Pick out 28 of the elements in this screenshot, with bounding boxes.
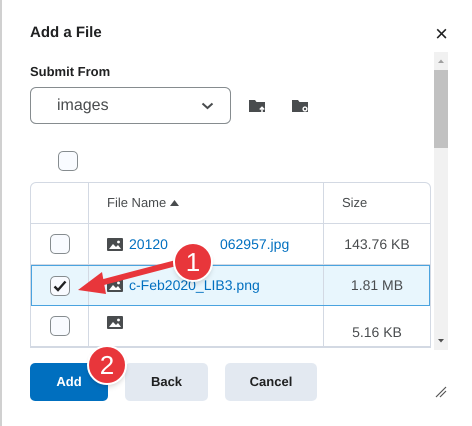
scrollbar[interactable] (434, 52, 448, 350)
table-row[interactable]: 5.16 KB (31, 306, 430, 347)
checkmark-icon (52, 280, 66, 292)
file-link[interactable]: 062957.jpg (220, 234, 290, 254)
chevron-down-icon (201, 102, 214, 110)
dialog-button[interactable]: Cancel (225, 363, 317, 401)
image-icon (107, 316, 123, 329)
step-callout-tooltip: 2 (87, 345, 127, 385)
folder-settings-icon[interactable] (292, 98, 309, 112)
column-header[interactable]: File Name (107, 193, 180, 213)
file-link[interactable]: 20120 (129, 234, 168, 254)
folder-dropdown[interactable]: images (30, 87, 231, 124)
resize-grip-icon[interactable] (435, 386, 447, 398)
checkbox[interactable] (50, 316, 70, 336)
field-label: Submit From (30, 63, 112, 78)
close-button[interactable]: × (435, 23, 448, 45)
size-cell-text: 143.76 KB (344, 234, 410, 254)
checkbox[interactable] (58, 151, 78, 171)
dialog-title: Add a File (30, 23, 102, 43)
image-icon (107, 238, 123, 250)
sort-up-icon (170, 200, 180, 206)
checkbox[interactable] (50, 276, 70, 296)
size-cell-text: 5.16 KB (352, 322, 402, 342)
checkbox[interactable] (50, 234, 70, 254)
column-header[interactable]: Size (342, 193, 368, 213)
size-cell-text: 1.81 MB (350, 276, 404, 295)
dialog-button[interactable]: Back (125, 363, 208, 401)
folder-upload-icon[interactable] (249, 98, 266, 112)
